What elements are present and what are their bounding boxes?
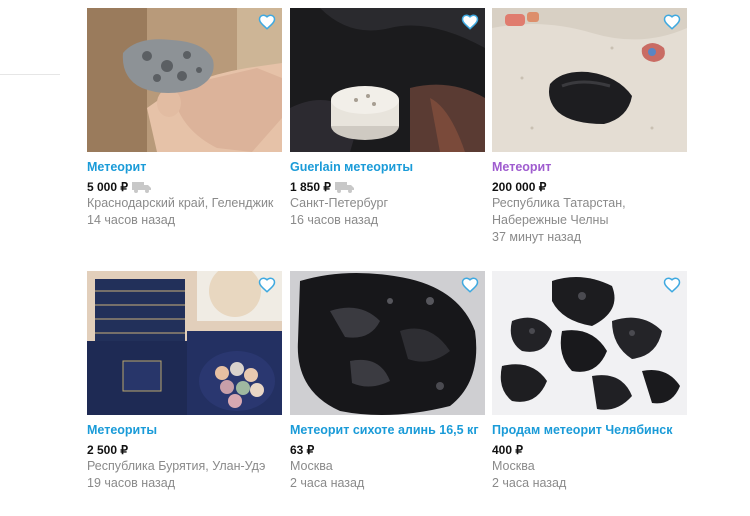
favorite-heart-icon[interactable] xyxy=(663,276,681,294)
favorite-heart-icon[interactable] xyxy=(461,276,479,294)
listing-time: 16 часов назад xyxy=(290,213,378,227)
listing-photo[interactable] xyxy=(87,271,282,415)
listing-time: 2 часа назад xyxy=(290,476,365,490)
listing-title[interactable]: Продам метеорит Челябинск xyxy=(492,422,687,438)
listing-photo[interactable] xyxy=(290,8,485,152)
listing-card[interactable]: Метеорит 200 000 ₽ Республика Татарстан,… xyxy=(492,8,687,246)
sidebar-divider xyxy=(0,74,60,75)
listing-location: Москва xyxy=(492,459,535,473)
listing-title[interactable]: Метеорит xyxy=(87,159,282,175)
listing-time: 19 часов назад xyxy=(87,476,175,490)
listing-price: 1 850 ₽ xyxy=(290,179,331,194)
listing-price: 5 000 ₽ xyxy=(87,179,128,194)
listing-photo[interactable] xyxy=(492,8,687,152)
listing-photo[interactable] xyxy=(290,271,485,415)
listing-card[interactable]: Продам метеорит Челябинск 400 ₽ Москва 2… xyxy=(492,271,687,492)
listing-card[interactable]: Метеориты 2 500 ₽ Республика Бурятия, Ул… xyxy=(87,271,282,492)
listing-location: Москва xyxy=(290,459,333,473)
favorite-heart-icon[interactable] xyxy=(663,13,681,31)
listing-time: 2 часа назад xyxy=(492,476,567,490)
delivery-truck-icon xyxy=(335,181,354,193)
favorite-heart-icon[interactable] xyxy=(461,13,479,31)
listing-time: 37 минут назад xyxy=(492,230,581,244)
listing-card[interactable]: Метеорит 5 000 ₽ Краснодарский край, Гел… xyxy=(87,8,282,229)
favorite-heart-icon[interactable] xyxy=(258,13,276,31)
listing-photo[interactable] xyxy=(492,271,687,415)
listing-title[interactable]: Guerlain метеориты xyxy=(290,159,485,175)
listing-card[interactable]: Guerlain метеориты 1 850 ₽ Санкт-Петербу… xyxy=(290,8,485,229)
listing-location: Санкт-Петербург xyxy=(290,196,389,210)
listing-price: 2 500 ₽ xyxy=(87,442,128,457)
listing-location: Республика Татарстан, Набережные Челны xyxy=(492,196,626,227)
listing-price: 63 ₽ xyxy=(290,442,315,457)
delivery-truck-icon xyxy=(132,181,151,193)
listing-photo[interactable] xyxy=(87,8,282,152)
listing-time: 14 часов назад xyxy=(87,213,175,227)
listing-location: Краснодарский край, Геленджик xyxy=(87,196,274,210)
listing-price: 200 000 ₽ xyxy=(492,179,547,194)
listing-title[interactable]: Метеориты xyxy=(87,422,282,438)
listing-title[interactable]: Метеорит xyxy=(492,159,687,175)
listing-title[interactable]: Метеорит сихоте алинь 16,5 кг xyxy=(290,422,485,438)
listing-price: 400 ₽ xyxy=(492,442,523,457)
favorite-heart-icon[interactable] xyxy=(258,276,276,294)
listing-card[interactable]: Метеорит сихоте алинь 16,5 кг 63 ₽ Москв… xyxy=(290,271,485,492)
listing-location: Республика Бурятия, Улан-Удэ xyxy=(87,459,266,473)
